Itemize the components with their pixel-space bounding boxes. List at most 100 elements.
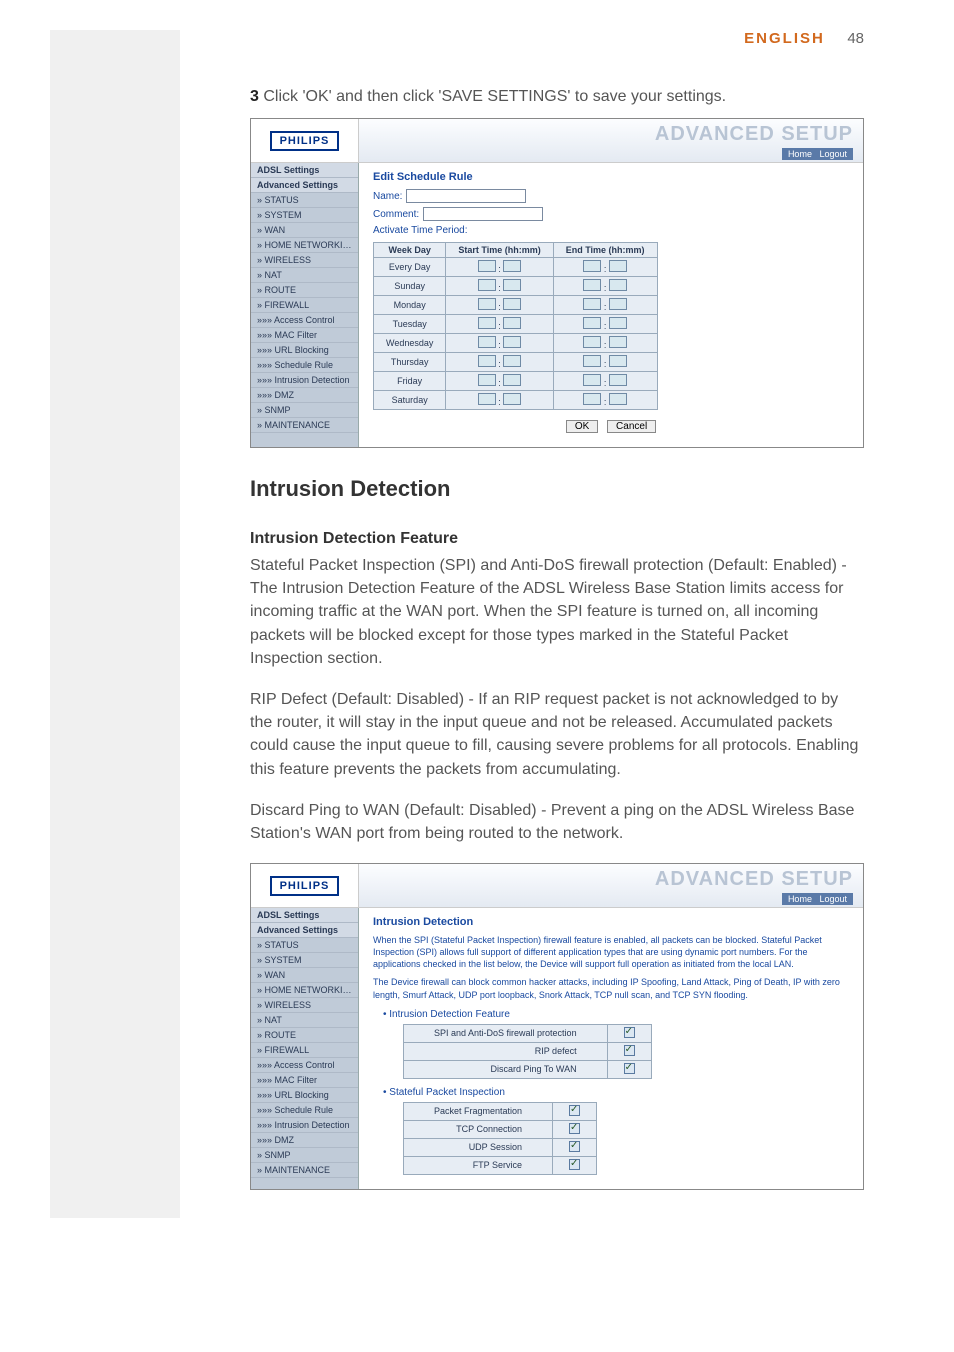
sidebar: ADSL SettingsAdvanced Settings» STATUS» … — [251, 163, 359, 447]
start-mm[interactable] — [503, 374, 521, 386]
sidebar-item[interactable]: » SNMP — [251, 403, 358, 418]
name-input[interactable] — [406, 189, 526, 203]
sidebar-item[interactable]: » WAN — [251, 968, 358, 983]
start-mm[interactable] — [503, 298, 521, 310]
sidebar-item[interactable]: » MAINTENANCE — [251, 1163, 358, 1178]
home-link[interactable]: Home — [788, 894, 812, 904]
start-mm[interactable] — [503, 393, 521, 405]
start-hh[interactable] — [478, 393, 496, 405]
sidebar-item[interactable]: » HOME NETWORKING — [251, 238, 358, 253]
sidebar-item[interactable]: »»» Schedule Rule — [251, 1103, 358, 1118]
sidebar: ADSL SettingsAdvanced Settings» STATUS» … — [251, 908, 359, 1189]
end-hh[interactable] — [583, 279, 601, 291]
sidebar-item[interactable]: » SYSTEM — [251, 208, 358, 223]
sidebar-item[interactable]: »»» URL Blocking — [251, 1088, 358, 1103]
philips-logo: PHILIPS — [270, 876, 340, 896]
end-mm[interactable] — [609, 393, 627, 405]
sidebar-item[interactable]: » WIRELESS — [251, 998, 358, 1013]
start-hh[interactable] — [478, 374, 496, 386]
sidebar-item[interactable]: Advanced Settings — [251, 178, 358, 193]
checkbox-icon[interactable] — [624, 1063, 635, 1074]
day-cell: Saturday — [374, 391, 446, 410]
checkbox-icon[interactable] — [624, 1027, 635, 1038]
start-mm[interactable] — [503, 336, 521, 348]
end-mm[interactable] — [609, 355, 627, 367]
end-mm[interactable] — [609, 298, 627, 310]
sidebar-item[interactable]: »»» Intrusion Detection — [251, 1118, 358, 1133]
sidebar-item[interactable]: »»» Intrusion Detection — [251, 373, 358, 388]
end-mm[interactable] — [609, 260, 627, 272]
sidebar-item[interactable]: »»» MAC Filter — [251, 328, 358, 343]
end-hh[interactable] — [583, 317, 601, 329]
sidebar-item[interactable]: » NAT — [251, 1013, 358, 1028]
header-page-number: 48 — [847, 30, 864, 47]
start-mm[interactable] — [503, 355, 521, 367]
logout-link[interactable]: Logout — [819, 149, 847, 159]
checkbox-icon[interactable] — [569, 1105, 580, 1116]
sidebar-item[interactable]: » WIRELESS — [251, 253, 358, 268]
end-cell: : — [553, 258, 657, 277]
sidebar-item[interactable]: » SYSTEM — [251, 953, 358, 968]
banner: ADVANCED SETUP Home Logout — [359, 864, 863, 908]
start-hh[interactable] — [478, 260, 496, 272]
start-hh[interactable] — [478, 336, 496, 348]
start-hh[interactable] — [478, 298, 496, 310]
sidebar-item[interactable]: »»» MAC Filter — [251, 1073, 358, 1088]
checkbox-icon[interactable] — [569, 1159, 580, 1170]
step-instruction: 3 Click 'OK' and then click 'SAVE SETTIN… — [250, 88, 864, 106]
comment-input[interactable] — [423, 207, 543, 221]
feature-checkbox-cell — [553, 1156, 597, 1174]
end-hh[interactable] — [583, 355, 601, 367]
screenshot-edit-schedule-rule: PHILIPS ADVANCED SETUP Home Logout ADSL … — [250, 118, 864, 448]
end-hh[interactable] — [583, 393, 601, 405]
sidebar-item[interactable]: » ROUTE — [251, 283, 358, 298]
logo-cell: PHILIPS — [251, 119, 359, 163]
ok-button[interactable]: OK — [566, 420, 598, 433]
start-mm[interactable] — [503, 260, 521, 272]
checkbox-icon[interactable] — [569, 1123, 580, 1134]
end-mm[interactable] — [609, 279, 627, 291]
end-mm[interactable] — [609, 317, 627, 329]
day-cell: Tuesday — [374, 315, 446, 334]
sidebar-item[interactable]: » STATUS — [251, 938, 358, 953]
start-hh[interactable] — [478, 317, 496, 329]
end-hh[interactable] — [583, 298, 601, 310]
end-hh[interactable] — [583, 336, 601, 348]
sidebar-item[interactable]: »»» DMZ — [251, 388, 358, 403]
panel-desc-2: The Device firewall can block common hac… — [373, 976, 849, 1000]
cancel-button[interactable]: Cancel — [607, 420, 656, 433]
sidebar-item[interactable]: » FIREWALL — [251, 1043, 358, 1058]
sidebar-item[interactable]: ADSL Settings — [251, 163, 358, 178]
start-hh[interactable] — [478, 355, 496, 367]
sidebar-item[interactable]: »»» Schedule Rule — [251, 358, 358, 373]
home-link[interactable]: Home — [788, 149, 812, 159]
sidebar-item[interactable]: » HOME NETWORKING — [251, 983, 358, 998]
sidebar-item[interactable]: » MAINTENANCE — [251, 418, 358, 433]
start-mm[interactable] — [503, 279, 521, 291]
section-heading: Intrusion Detection — [250, 476, 864, 502]
checkbox-icon[interactable] — [569, 1141, 580, 1152]
end-hh[interactable] — [583, 260, 601, 272]
sidebar-item[interactable]: Advanced Settings — [251, 923, 358, 938]
table-row: FTP Service — [404, 1156, 597, 1174]
sidebar-item[interactable]: » SNMP — [251, 1148, 358, 1163]
panel-title: Intrusion Detection — [373, 916, 849, 928]
end-mm[interactable] — [609, 374, 627, 386]
sidebar-item[interactable]: » FIREWALL — [251, 298, 358, 313]
sidebar-item[interactable]: »»» URL Blocking — [251, 343, 358, 358]
sidebar-item[interactable]: » NAT — [251, 268, 358, 283]
table-row: Monday : : — [374, 296, 658, 315]
end-hh[interactable] — [583, 374, 601, 386]
sidebar-item[interactable]: » WAN — [251, 223, 358, 238]
checkbox-icon[interactable] — [624, 1045, 635, 1056]
sidebar-item[interactable]: » STATUS — [251, 193, 358, 208]
end-mm[interactable] — [609, 336, 627, 348]
sidebar-item[interactable]: »»» DMZ — [251, 1133, 358, 1148]
sidebar-item[interactable]: »»» Access Control — [251, 1058, 358, 1073]
sidebar-item[interactable]: »»» Access Control — [251, 313, 358, 328]
sidebar-item[interactable]: » ROUTE — [251, 1028, 358, 1043]
start-hh[interactable] — [478, 279, 496, 291]
start-mm[interactable] — [503, 317, 521, 329]
sidebar-item[interactable]: ADSL Settings — [251, 908, 358, 923]
logout-link[interactable]: Logout — [819, 894, 847, 904]
